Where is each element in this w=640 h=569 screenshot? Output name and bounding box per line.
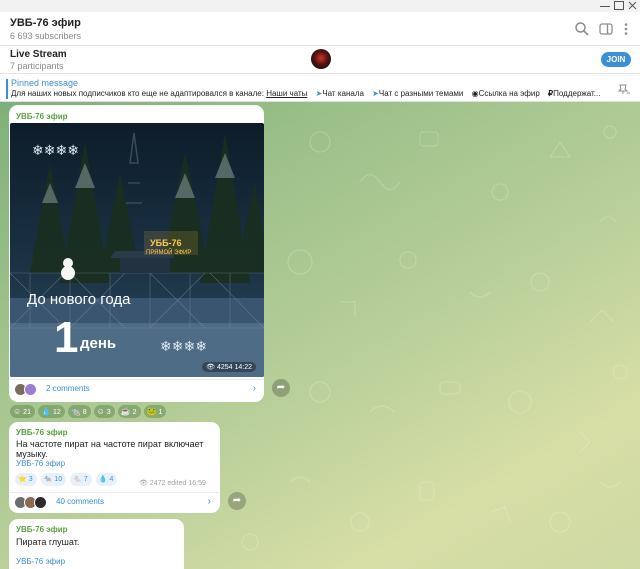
pinned-link-our-chats[interactable]: Наши чаты	[266, 89, 307, 98]
view-count: 4254	[216, 364, 233, 371]
message-text: Пирата глушат.	[16, 537, 80, 547]
close-icon[interactable]	[628, 1, 637, 10]
comments-count[interactable]: 40 comments	[56, 497, 104, 506]
message-sender[interactable]: УВБ-76 эфир	[16, 112, 68, 121]
subscriber-count: 6 693 subscribers	[10, 31, 82, 41]
eye-icon: 👁	[139, 480, 148, 487]
comments-button[interactable]: 40 comments ›	[10, 492, 219, 512]
reaction-chip[interactable]: ☕ 2	[117, 405, 141, 418]
minimize-icon[interactable]	[600, 1, 610, 7]
message-bubble[interactable]: УВБ-76 эфир Пирата глушат. УВБ-76 эфир	[9, 519, 184, 569]
reaction-row: ☺ 21 💧 12 🐀 8 ☺ 3 ☕ 2 🐸 1	[10, 405, 169, 418]
live-stream-bar[interactable]: Live Stream 7 participants JOIN	[0, 46, 640, 74]
window-titlebar	[0, 0, 640, 12]
chevron-right-icon: ›	[207, 496, 211, 507]
edited-time: edited 16:59	[167, 480, 206, 487]
radio-icon: ◉	[471, 89, 479, 98]
image-caption-line1: До нового года	[27, 291, 131, 308]
author-signature[interactable]: УВБ-76 эфир	[16, 459, 65, 468]
message-sender[interactable]: УВБ-76 эфир	[16, 525, 68, 534]
image-caption-number: 1	[54, 313, 79, 362]
maximize-icon[interactable]	[614, 1, 624, 10]
live-stream-participants: 7 participants	[10, 61, 64, 71]
reaction-chip[interactable]: ☺ 21	[10, 405, 35, 418]
comments-button[interactable]: 2 comments ›	[10, 379, 264, 399]
chat-history[interactable]: УВБ-76 эфир ❄❄❄❄ ❄❄❄❄ УББ-76 ПРЯМОЙ ЭФИР…	[0, 102, 640, 569]
pin-list-icon[interactable]	[617, 83, 631, 98]
pinned-accent-bar	[6, 79, 8, 99]
share-icon[interactable]: ➦	[228, 492, 246, 510]
message-text: На частоте пират на частоте пират включа…	[16, 439, 204, 459]
reaction-chip[interactable]: 🐀 8	[67, 405, 91, 418]
pinned-body: Для наших новых подписчиков кто еще не а…	[11, 89, 264, 98]
reaction-chip[interactable]: 🐁 7	[70, 473, 92, 486]
reaction-chip[interactable]: 🐸 1	[143, 405, 167, 418]
reaction-row: ⭐ 3 🐀 10 🐁 7 💧 4	[15, 472, 121, 486]
neon-sign-subtitle: ПРЯМОЙ ЭФИР	[146, 250, 192, 256]
reaction-chip[interactable]: 🐀 10	[40, 473, 67, 486]
post-image[interactable]: ❄❄❄❄ ❄❄❄❄ УББ-76 ПРЯМОЙ ЭФИР До нового г…	[10, 123, 264, 377]
comments-count[interactable]: 2 comments	[46, 384, 90, 393]
reaction-chip[interactable]: ☺ 3	[93, 405, 115, 418]
message-bubble[interactable]: УВБ-76 эфир ❄❄❄❄ ❄❄❄❄ УББ-76 ПРЯМОЙ ЭФИР…	[9, 105, 264, 402]
join-button[interactable]: JOIN	[601, 52, 631, 67]
neon-sign-title: УББ-76	[150, 238, 182, 248]
message-bubble[interactable]: УВБ-76 эфир На частоте пират на частоте …	[9, 422, 220, 513]
avatar	[34, 496, 47, 509]
pinned-title: Pinned message	[11, 78, 79, 88]
search-icon[interactable]	[574, 21, 590, 37]
reaction-chip[interactable]: ⭐ 3	[15, 473, 37, 486]
sidebar-toggle-icon[interactable]	[598, 21, 614, 37]
chat-header[interactable]: УВБ-76 эфир 6 693 subscribers	[0, 12, 640, 46]
view-count: 2472	[149, 480, 166, 487]
more-vertical-icon[interactable]	[618, 21, 634, 37]
live-stream-avatar	[311, 49, 331, 69]
eye-icon: 👁	[206, 364, 215, 371]
chevron-right-icon: ›	[252, 383, 256, 394]
reaction-chip[interactable]: 💧 12	[37, 405, 65, 418]
message-time: 14:22	[234, 364, 252, 371]
message-sender[interactable]: УВБ-76 эфир	[16, 428, 68, 437]
pinned-link-topics-chat[interactable]: Чат с разными темами	[379, 89, 464, 98]
pinned-text: Для наших новых подписчиков кто еще не а…	[11, 89, 603, 98]
post-view-meta: 👁 4254 14:22	[202, 362, 256, 372]
telegram-icon: ➤	[372, 89, 379, 98]
pinned-link-stream[interactable]: Ссылка на эфир	[479, 89, 540, 98]
live-stream-title: Live Stream	[10, 49, 67, 60]
pinned-message-bar[interactable]: Pinned message Для наших новых подписчик…	[0, 75, 640, 102]
pinned-link-channel-chat[interactable]: Чат канала	[322, 89, 364, 98]
svg-text:❄❄❄❄: ❄❄❄❄	[160, 339, 207, 355]
share-icon[interactable]: ➦	[272, 379, 290, 397]
image-caption-line2: день	[80, 335, 117, 352]
post-image-scene: ❄❄❄❄ ❄❄❄❄	[10, 123, 264, 377]
avatar	[24, 383, 37, 396]
reaction-chip[interactable]: 💧 4	[95, 473, 118, 486]
pinned-link-support[interactable]: Поддержат...	[553, 89, 600, 98]
author-signature[interactable]: УВБ-76 эфир	[16, 557, 65, 566]
channel-title[interactable]: УВБ-76 эфир	[10, 17, 81, 29]
svg-text:❄❄❄❄: ❄❄❄❄	[32, 143, 79, 159]
message-meta: 👁 2472 edited 16:59	[139, 479, 206, 487]
